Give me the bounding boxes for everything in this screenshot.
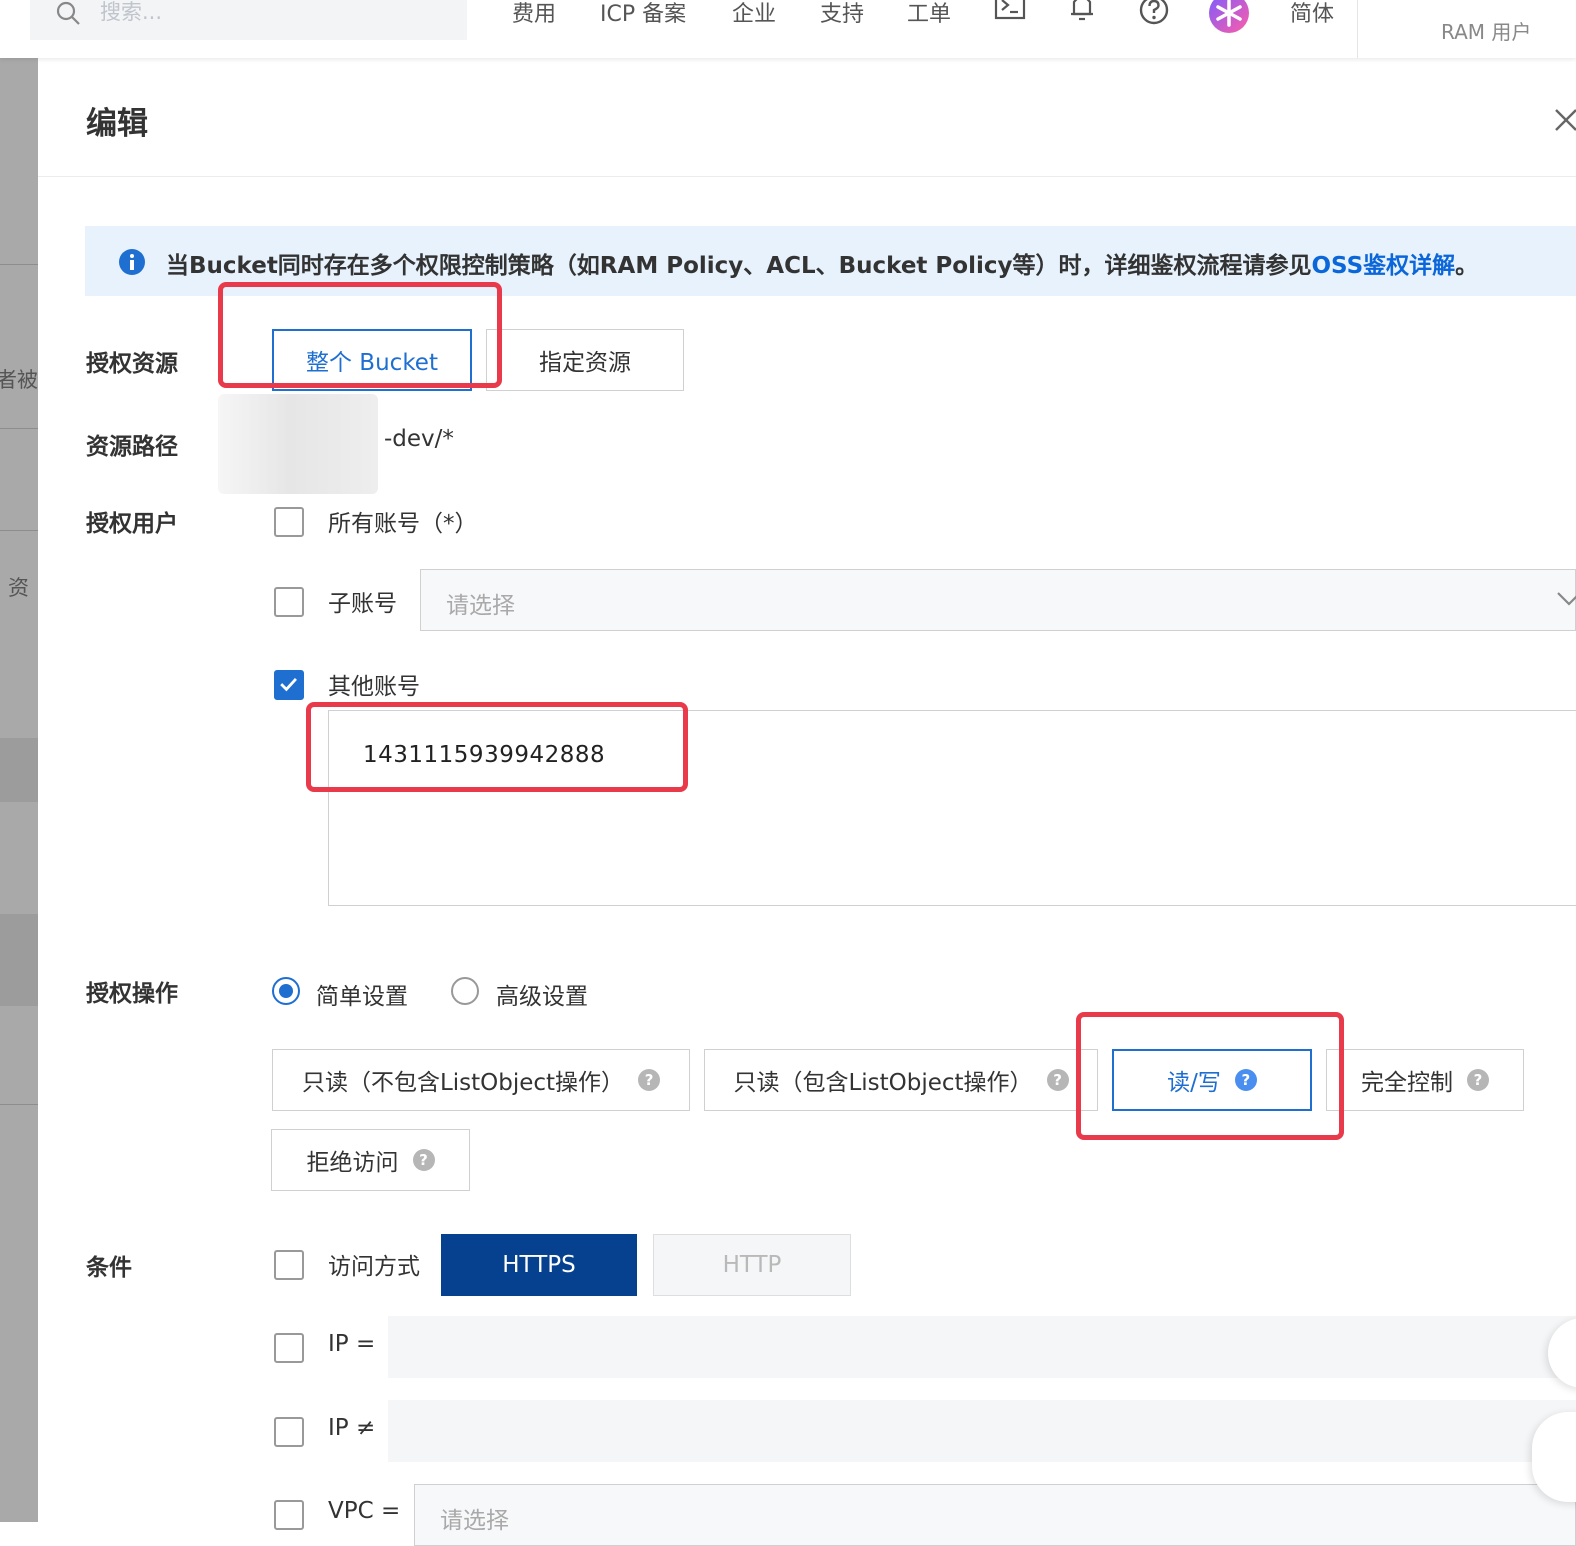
background-divider [0,530,38,531]
deny-access-label: 拒绝访问 [306,1150,399,1176]
ip-equals-input[interactable] [388,1316,1576,1378]
access-method-checkbox[interactable] [274,1250,304,1280]
all-accounts-checkbox[interactable] [274,507,304,537]
sub-accounts-label: 子账号 [328,591,397,617]
drawer-header-divider [38,176,1576,177]
background-text: 者被 [0,368,38,392]
background-divider [0,264,38,265]
vpc-checkbox[interactable] [274,1500,304,1530]
background-divider [0,428,38,429]
background-text: 资 [8,576,29,600]
read-write-label: 读/写 [1167,1070,1221,1096]
bell-icon[interactable] [1066,0,1098,24]
background-divider [0,1104,38,1105]
chevron-down-icon [1557,592,1576,606]
search-input[interactable] [30,0,467,40]
full-control-button[interactable]: 完全控制? [1326,1049,1524,1111]
top-navigation-bar: 搜索... 费用 ICP 备案 企业 支持 工单 简体 RAM 用户 [0,0,1576,58]
other-accounts-checkbox[interactable] [274,670,304,700]
app-icon[interactable] [1208,0,1250,34]
http-button[interactable]: HTTP [653,1234,851,1296]
deny-access-button[interactable]: 拒绝访问? [271,1129,470,1191]
language-switch[interactable]: 简体 [1290,0,1334,28]
help-icon[interactable]: ? [412,1149,435,1171]
notice-text: 当Bucket同时存在多个权限控制策略（如RAM Policy、ACL、Buck… [166,246,1478,280]
resource-path-value: -dev/* [384,426,454,452]
conditions-label: 条件 [86,1255,132,1281]
ip-not-equals-label: IP ≠ [328,1415,376,1441]
readonly-with-list-button[interactable]: 只读（包含ListObject操作）? [704,1049,1098,1111]
help-icon[interactable] [1138,0,1170,26]
nav-billing[interactable]: 费用 [512,0,556,28]
readonly-no-list-label: 只读（不包含ListObject操作） [301,1070,625,1096]
readonly-no-list-button[interactable]: 只读（不包含ListObject操作）? [272,1049,690,1111]
vpc-select[interactable]: 请选择 [414,1484,1576,1546]
access-method-label: 访问方式 [328,1254,420,1280]
sub-accounts-placeholder: 请选择 [446,593,515,619]
ip-not-equals-input[interactable] [388,1400,1576,1462]
notice-message: 当Bucket同时存在多个权限控制策略（如RAM Policy、ACL、Buck… [166,253,1312,279]
simple-settings-label: 简单设置 [316,984,408,1010]
https-button[interactable]: HTTPS [441,1234,637,1296]
readonly-with-list-label: 只读（包含ListObject操作） [733,1070,1033,1096]
search-icon [56,1,80,25]
vpc-label: VPC = [328,1498,401,1524]
all-accounts-label: 所有账号（*） [328,511,478,537]
sub-accounts-checkbox[interactable] [274,587,304,617]
other-accounts-label: 其他账号 [328,674,420,700]
authorized-actions-label: 授权操作 [86,981,178,1007]
background-row [0,738,38,802]
advanced-settings-radio[interactable] [451,977,479,1005]
help-icon[interactable]: ? [1234,1069,1257,1091]
simple-settings-radio[interactable] [272,977,300,1005]
search-placeholder: 搜索... [100,0,163,24]
nav-icp[interactable]: ICP 备案 [600,0,686,28]
help-icon[interactable]: ? [1046,1069,1069,1091]
nav-enterprise[interactable]: 企业 [732,0,776,28]
ip-equals-label: IP = [328,1331,376,1357]
advanced-settings-label: 高级设置 [496,984,588,1010]
drawer-title: 编辑 [86,106,148,142]
help-icon[interactable]: ? [638,1069,661,1091]
edit-drawer: 编辑 当Bucket同时存在多个权限控制策略（如RAM Policy、ACL、B… [38,58,1576,1546]
redacted-bucket-name [218,394,378,494]
account-type[interactable]: RAM 用户 [1441,16,1531,45]
other-accounts-textarea[interactable] [328,710,1576,906]
close-icon[interactable] [1554,106,1576,132]
sub-accounts-select[interactable]: 请选择 [420,569,1576,631]
read-write-button[interactable]: 读/写? [1112,1049,1312,1111]
info-icon [119,249,145,275]
ip-not-equals-checkbox[interactable] [274,1417,304,1447]
full-control-label: 完全控制 [1361,1070,1453,1096]
resource-label: 授权资源 [86,351,178,377]
background-page: 者被 资 [0,58,38,1522]
nav-tickets[interactable]: 工单 [907,0,951,28]
ip-equals-checkbox[interactable] [274,1333,304,1363]
account-divider [1357,0,1358,58]
resource-path-label: 资源路径 [86,434,178,460]
help-icon[interactable]: ? [1467,1069,1489,1091]
terminal-icon[interactable] [994,0,1026,24]
authorized-users-label: 授权用户 [86,511,178,537]
nav-support[interactable]: 支持 [820,0,864,28]
notice-suffix: 。 [1455,253,1479,279]
specific-resource-button[interactable]: 指定资源 [486,329,684,391]
check-icon [280,677,297,692]
other-accounts-value: 1431115939942888 [363,742,606,768]
background-row [0,914,38,1006]
whole-bucket-button[interactable]: 整个 Bucket [272,329,472,391]
vpc-placeholder: 请选择 [440,1508,509,1534]
oss-auth-link[interactable]: OSS鉴权详解 [1311,253,1455,279]
